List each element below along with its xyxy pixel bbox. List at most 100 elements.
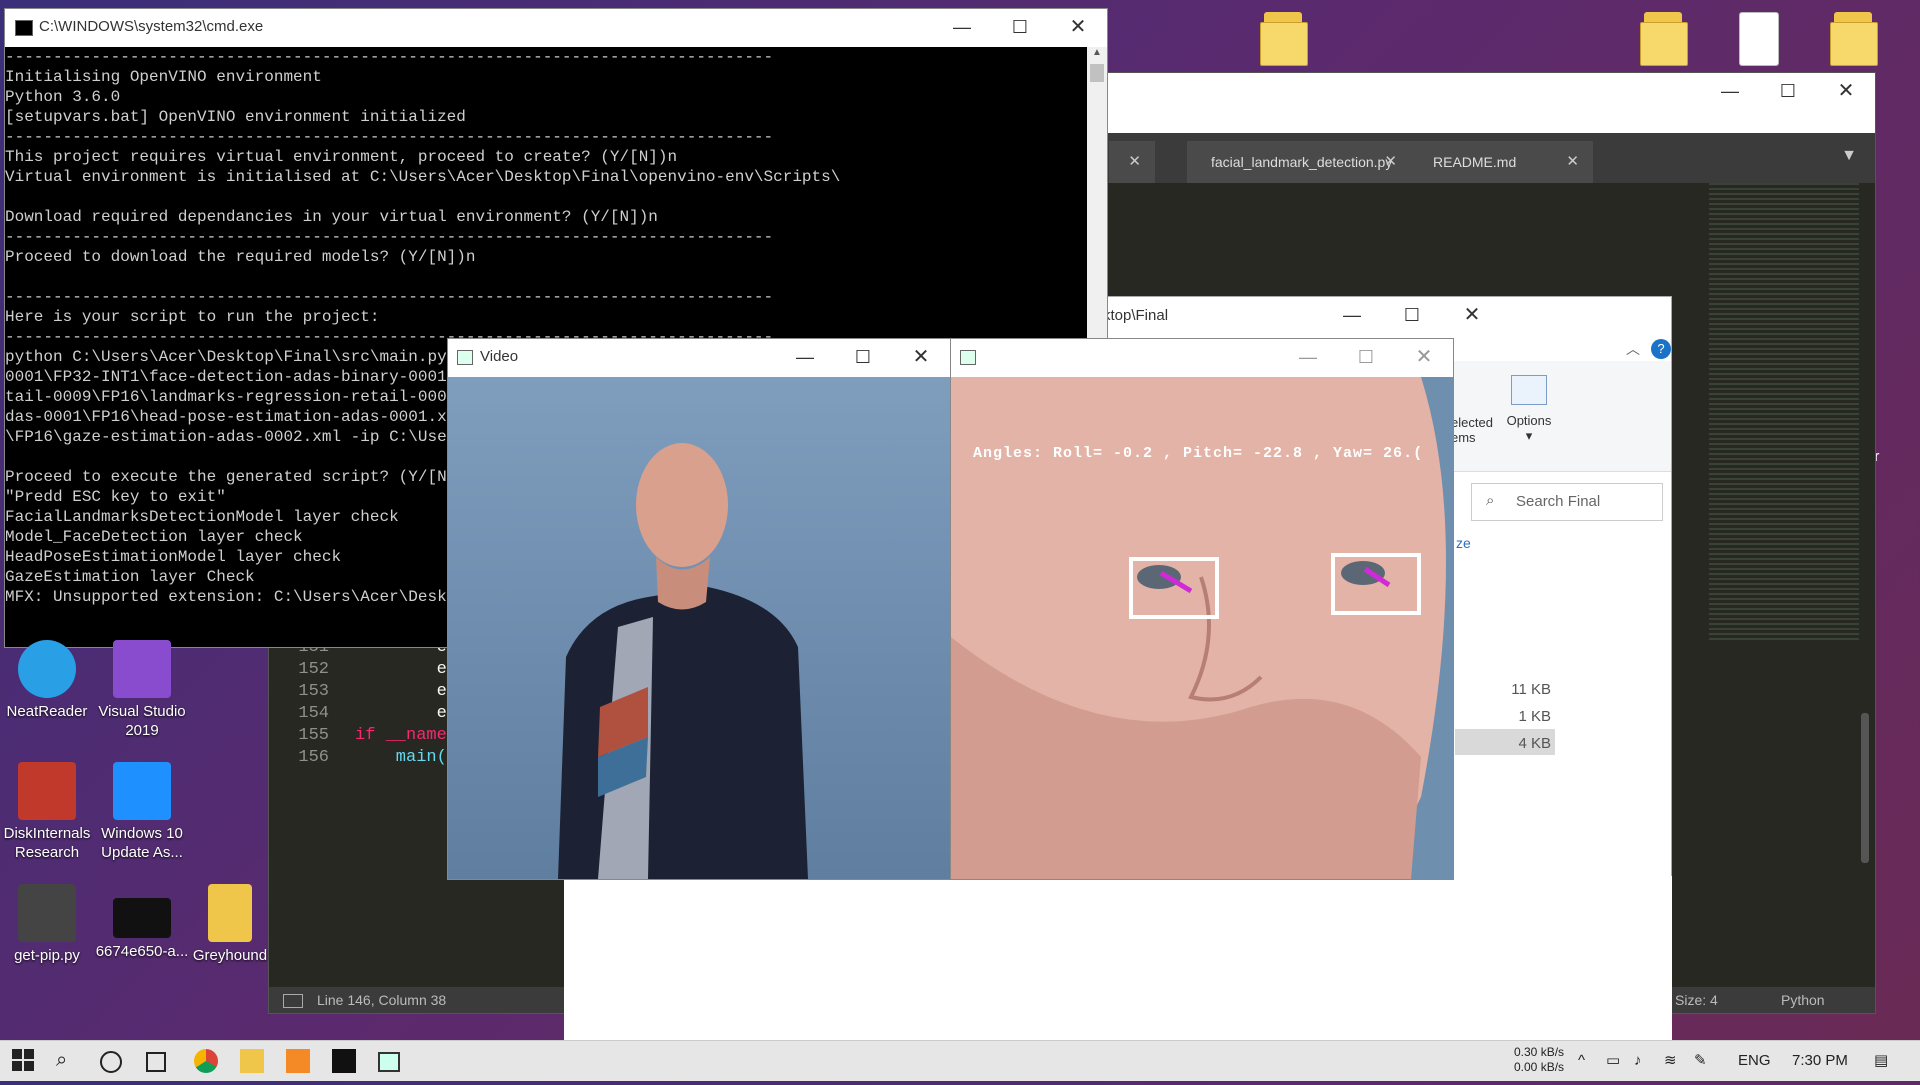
desktop-icon-get-pip[interactable]: get-pip.py [0,884,97,965]
face-frame: Angles: Roll= -0.2 , Pitch= -22.8 , Yaw=… [951,377,1453,879]
close-tab-icon[interactable]: ✕ [1384,141,1397,183]
search-icon[interactable]: ⌕ [56,1049,80,1073]
line-number: 152 [298,660,329,679]
cmd-line: Initialising OpenVINO environment [5,68,322,86]
scroll-up-icon[interactable]: ▲ [1087,47,1107,58]
chevron-up-icon[interactable]: ^ [1578,1041,1585,1081]
desktop-icon-6674e650[interactable]: 6674e650-a... [92,884,192,961]
cmd-line [5,187,1085,207]
cmd-icon [15,20,33,36]
sublime-text-icon[interactable] [286,1049,310,1073]
help-icon[interactable]: ? [1651,339,1671,359]
close-button[interactable]: ✕ [892,339,950,375]
cmd-line [5,267,1085,287]
person-image [558,443,808,879]
volume-icon[interactable]: ♪ [1634,1041,1642,1081]
battery-icon[interactable]: ▭ [1606,1041,1620,1081]
taskbar: ⌕ 0.30 kB/s 0.00 kB/s ^ ▭ ♪ ≋ ✎ ENG 7:30… [0,1040,1920,1081]
close-tab-icon[interactable]: ✕ [1128,141,1141,183]
chevron-up-icon[interactable]: ︿ [1626,339,1640,359]
wifi-icon[interactable]: ≋ [1664,1041,1677,1081]
angles-overlay: Angles: Roll= -0.2 , Pitch= -22.8 , Yaw=… [973,445,1424,462]
explorer-title: ktop\Final [1103,307,1169,324]
status-language[interactable]: Python [1781,987,1825,1013]
sublime-file-icon [18,884,76,942]
desktop-icon-diskinternals[interactable]: DiskInternals Research [0,762,97,862]
ribbon-selected-label[interactable]: elected ems [1451,415,1493,445]
status-size[interactable]: Size: 4 [1675,987,1718,1013]
search-box[interactable]: ⌕ Search Final [1471,483,1663,521]
minimize-button[interactable]: — [776,339,834,375]
explorer-content-pane [564,876,1672,1040]
cmd-line: [setupvars.bat] OpenVINO environment ini… [5,108,466,126]
file-size: 4 KB [1518,735,1551,752]
diskinternals-icon [18,762,76,820]
window-icon [457,350,473,365]
cmd-line: ----------------------------------------… [5,128,774,146]
folder-icon [208,884,252,942]
video-title: Video [480,348,519,365]
video-titlebar: Video — ☐ ✕ [448,339,950,377]
face-analysis-window: — ☐ ✕ Angles: Roll= -0.2 , Pitch= -22.8 … [950,338,1454,880]
close-button[interactable]: ✕ [1395,339,1453,375]
size-column-link[interactable]: ze [1456,535,1471,551]
cortana-icon[interactable] [100,1051,122,1073]
minimize-button[interactable]: — [933,9,991,45]
minimize-button[interactable]: — [1279,339,1337,375]
options-button[interactable]: Options ▾ [1499,375,1559,444]
cmd-line: ----------------------------------------… [5,288,774,306]
close-tab-icon[interactable]: ✕ [1566,141,1579,183]
desktop-document-icon[interactable] [1735,12,1781,66]
file-size: 11 KB [1511,681,1551,698]
cmd-taskbar-icon[interactable] [332,1049,356,1073]
desktop-icon-greyhound[interactable]: Greyhound [180,884,280,965]
desktop-icon-visual-studio[interactable]: Visual Studio 2019 [92,640,192,740]
line-number: 153 [298,682,329,701]
minimize-button[interactable]: — [1701,73,1759,109]
status-icon [283,994,303,1008]
tab-label: facial_landmark_detection.py [1211,154,1393,170]
minimize-button[interactable]: — [1323,297,1381,333]
tab-label: README.md [1433,154,1517,170]
tab-readme[interactable]: README.md ✕ [1409,141,1593,183]
file-explorer-icon[interactable] [240,1049,264,1073]
minimap[interactable] [1709,183,1859,643]
search-icon: ⌕ [1486,492,1495,509]
cmd-line: Virtual environment is initialised at C:… [5,168,841,186]
editor-scrollbar[interactable] [1861,713,1869,863]
chrome-icon[interactable] [194,1049,218,1073]
close-button[interactable]: ✕ [1049,9,1107,45]
tab-unknown[interactable]: ✕ [1109,141,1155,183]
maximize-button[interactable]: ☐ [834,339,892,375]
video-taskbar-icon[interactable] [378,1052,400,1072]
windows-start-icon[interactable] [12,1049,36,1073]
maximize-button[interactable]: ☐ [1759,73,1817,109]
desktop-folder-icon[interactable] [1260,12,1308,66]
status-cursor-position: Line 146, Column 38 [317,992,447,1008]
cmd-titlebar: C:\WINDOWS\system32\cmd.exe — ☐ ✕ [5,9,1107,47]
search-input[interactable]: Search Final [1516,493,1600,510]
visual-studio-icon [113,640,171,698]
close-button[interactable]: ✕ [1817,73,1875,109]
language-indicator[interactable]: ENG [1738,1041,1771,1081]
file-size: 1 KB [1518,708,1551,725]
cmd-line: Here is your script to run the project: [5,308,380,326]
neatreader-icon [18,640,76,698]
desktop-folder-icon[interactable] [1640,12,1688,66]
maximize-button[interactable]: ☐ [991,9,1049,45]
desktop-icon-neatreader[interactable]: NeatReader [0,640,97,721]
clock[interactable]: 7:30 PM [1792,1041,1848,1081]
desktop-icon-windows-update[interactable]: Windows 10 Update As... [92,762,192,862]
task-view-icon[interactable] [146,1052,166,1072]
close-button[interactable]: ✕ [1443,297,1501,333]
cmd-line: Proceed to download the required models?… [5,248,476,266]
options-icon [1511,375,1547,405]
notification-icon[interactable]: ▤ [1874,1041,1888,1081]
pen-icon[interactable]: ✎ [1694,1041,1707,1081]
maximize-button[interactable]: ☐ [1337,339,1395,375]
tab-facial-landmark[interactable]: facial_landmark_detection.py ✕ [1187,141,1411,183]
image-file-icon [113,898,171,938]
desktop-folder-icon[interactable] [1830,12,1878,66]
maximize-button[interactable]: ☐ [1383,297,1441,333]
tab-overflow-icon[interactable]: ▼ [1841,147,1857,165]
